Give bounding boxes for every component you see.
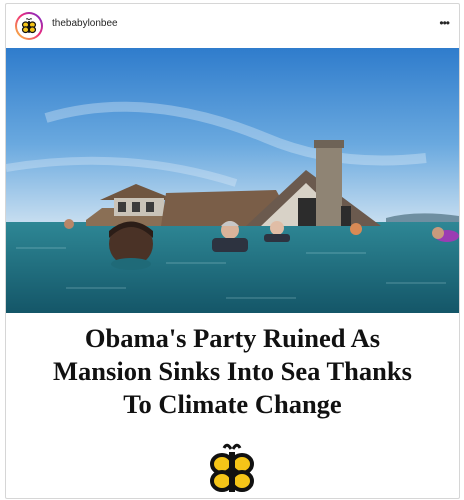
bee-logo-icon (21, 18, 37, 34)
flooded-mansion-photo (6, 48, 459, 313)
instagram-post: thebabylonbee ••• Obama's Party Ruined A… (5, 3, 460, 499)
headline-line-1: Obama's Party Ruined As (84, 323, 381, 353)
headline-line-2: Mansion Sinks Into Sea Thanks (53, 356, 412, 386)
more-options-icon[interactable]: ••• (439, 16, 450, 30)
headline-line-3: To Climate Change (123, 389, 342, 419)
post-image (6, 48, 459, 313)
profile-avatar[interactable] (15, 12, 43, 40)
post-headline: Obama's Party Ruined As Mansion Sinks In… (6, 322, 459, 421)
post-username[interactable]: thebabylonbee (52, 18, 118, 29)
bee-icon (210, 443, 254, 492)
post-header: thebabylonbee ••• (6, 4, 459, 48)
